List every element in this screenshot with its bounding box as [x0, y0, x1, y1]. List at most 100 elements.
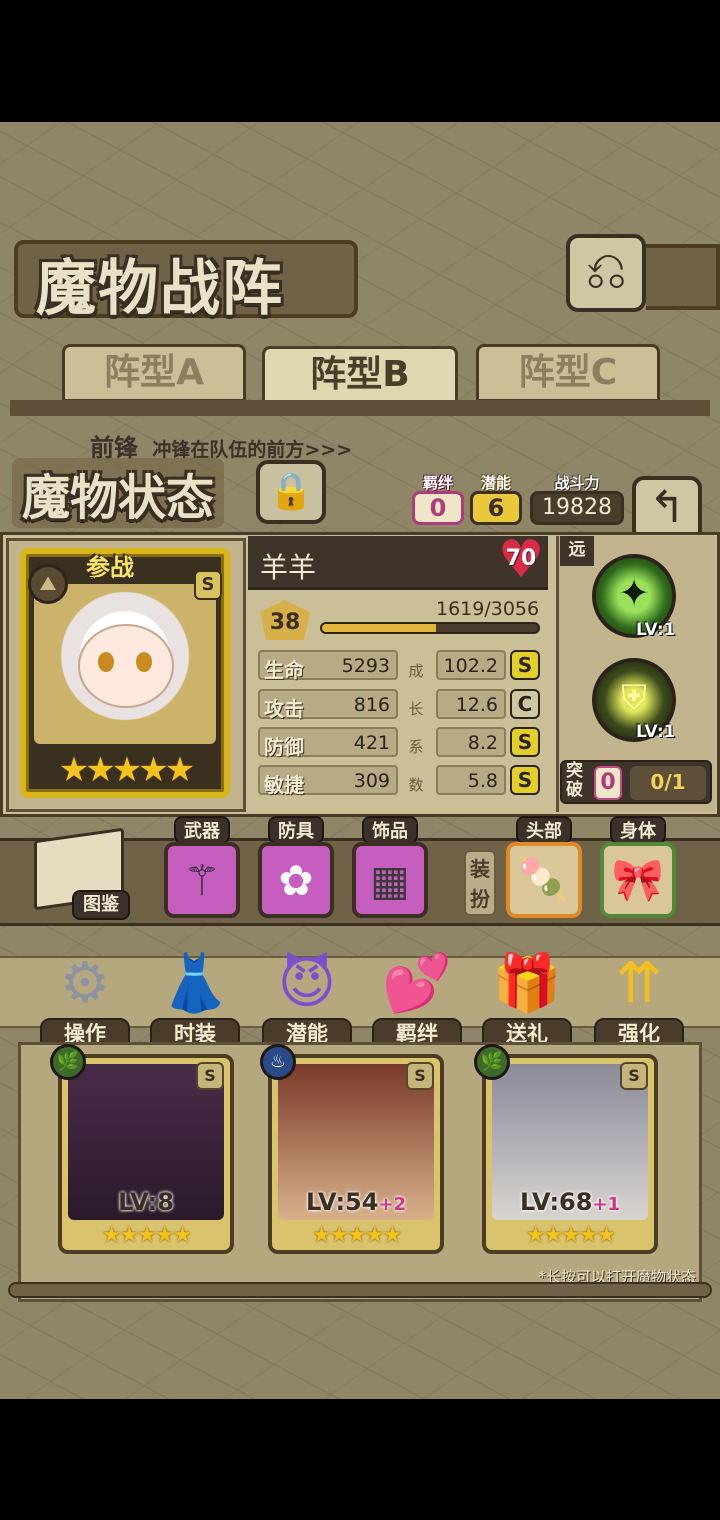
rarity-stars: ★★★★★: [58, 750, 195, 790]
rank-badge: S: [194, 570, 222, 600]
card-stars: ★★★★★: [525, 1223, 617, 1248]
breakthrough-label: 突破: [566, 761, 583, 800]
stat-value: 5293: [341, 655, 390, 677]
roster-card[interactable]: S LV:54+2 ★★★★★: [268, 1054, 444, 1254]
growth-row: 12.6: [436, 689, 506, 719]
accessory-slot-label: 饰品: [362, 816, 418, 844]
monster-portrait-card[interactable]: 参战 STAND BY ⛰ S ★★★★★: [20, 548, 230, 798]
upgrade-arrows-icon: ⇈: [615, 951, 663, 1016]
growth-value: 5.8: [467, 770, 498, 792]
exp-bar: [320, 622, 540, 634]
demon-icon: 😈: [277, 951, 337, 1016]
weapon-slot[interactable]: ⚚: [164, 842, 240, 918]
stat-row: 敏捷 309: [258, 765, 398, 797]
bond-label: 羁绊: [422, 474, 453, 492]
card-element-icon: 🌿: [50, 1044, 86, 1080]
growth-value: 8.2: [467, 732, 498, 754]
roster-card[interactable]: S LV:8 ★★★★★: [58, 1054, 234, 1254]
card-level-plus: +2: [378, 1194, 407, 1215]
dress-up-label: 装扮: [464, 850, 496, 916]
growth-grade: C: [510, 689, 540, 719]
growth-grade: S: [510, 727, 540, 757]
card-level: LV:8: [62, 1188, 230, 1216]
power-label: 战斗力: [554, 474, 600, 492]
tab-formation-a[interactable]: 阵型A: [62, 344, 246, 402]
range-tag: 远: [560, 536, 594, 566]
skill-1-level: LV:1: [636, 620, 676, 640]
growth-value: 102.2: [443, 655, 498, 677]
card-level-text: LV:54: [305, 1188, 379, 1216]
breakthrough-value: 0: [594, 766, 622, 800]
page-title: 魔物战阵: [36, 254, 284, 324]
power-value: 19828: [530, 491, 624, 525]
status-title: 魔物状态: [12, 458, 225, 528]
book-label: 图鉴: [72, 890, 130, 920]
stat-value: 421: [353, 732, 390, 754]
accessory-slot[interactable]: ▦: [352, 842, 428, 918]
header-bar-right: [646, 244, 720, 310]
card-stars: ★★★★★: [311, 1223, 403, 1248]
exp-bar-fill: [322, 624, 437, 632]
tab-formation-b[interactable]: 阵型B: [262, 346, 458, 408]
menu-button-3[interactable]: 💕 羁绊: [372, 946, 462, 1050]
growth-char-4: 数: [408, 776, 424, 794]
bottom-rail: [8, 1282, 712, 1298]
standby-sub: STAND BY: [88, 576, 144, 587]
card-element-icon: 🌿: [474, 1044, 510, 1080]
gift-icon: 🎁: [492, 951, 562, 1016]
body-slot[interactable]: 🎀: [600, 842, 676, 918]
heart-badge: ♥ 70: [494, 532, 548, 588]
growth-char-3: 系: [408, 738, 424, 756]
heart-value: 70: [505, 546, 537, 571]
game-view: 魔物战阵 ⎌ 阵型A 阵型B 阵型C 前锋 冲锋在队伍的前方>>> 魔物状态 🔒…: [0, 122, 720, 1399]
body-slot-label: 身体: [610, 816, 666, 844]
skill-2-level: LV:1: [636, 722, 676, 742]
card-rank-badge: S: [620, 1062, 648, 1090]
card-stars: ★★★★★: [101, 1223, 193, 1248]
power-summary: 战斗力 19828: [530, 472, 624, 526]
monster-eye-left: [98, 652, 114, 672]
gear-icon: ⚙: [59, 951, 111, 1016]
hearts-icon: 💕: [382, 951, 452, 1016]
flower-icon: ✿: [278, 855, 314, 905]
lock-icon: 🔒: [268, 471, 314, 512]
skill-2-icon: ⛨: [621, 678, 647, 718]
growth-row: 102.2: [436, 650, 506, 680]
breakthrough-progress: 0/1: [630, 766, 706, 800]
potential-label: 潜能: [480, 474, 511, 492]
growth-row: 5.8: [436, 765, 506, 795]
potential-value: 6: [470, 491, 522, 525]
stat-value: 816: [353, 694, 390, 716]
roster-card[interactable]: S LV:68+1 ★★★★★: [482, 1054, 658, 1254]
lock-button[interactable]: 🔒: [256, 460, 326, 524]
skill-1-icon: ✦: [618, 571, 650, 615]
growth-char-1: 成: [408, 662, 424, 680]
monster-book-button[interactable]: 图鉴: [30, 827, 130, 924]
card-level: LV:54+2: [272, 1188, 440, 1216]
stat-label: 生命: [264, 658, 304, 682]
bond-value: 0: [412, 491, 464, 525]
menu-button-2[interactable]: 😈 潜能: [262, 946, 352, 1050]
back-button[interactable]: ⎌: [566, 234, 646, 312]
menu-button-4[interactable]: 🎁 送礼: [482, 946, 572, 1050]
card-level-text: LV:68: [519, 1188, 593, 1216]
stat-row: 生命 5293: [258, 650, 398, 682]
menu-button-1[interactable]: 👗 时装: [150, 946, 240, 1050]
card-rank-badge: S: [196, 1062, 224, 1090]
candy-icon: 🍡: [517, 855, 571, 904]
head-slot-label: 头部: [516, 816, 572, 844]
armor-slot[interactable]: ✿: [258, 842, 334, 918]
growth-row: 8.2: [436, 727, 506, 757]
potential-summary: 潜能 6: [470, 472, 522, 526]
menu-button-5[interactable]: ⇈ 强化: [594, 946, 684, 1050]
tab-formation-c[interactable]: 阵型C: [476, 344, 660, 402]
card-level-text: LV:8: [118, 1188, 174, 1216]
head-slot[interactable]: 🍡: [506, 842, 582, 918]
monster-name: 羊羊: [260, 551, 317, 584]
formation-panel: [10, 400, 710, 416]
armor-slot-label: 防具: [268, 816, 324, 844]
menu-button-0[interactable]: ⚙ 操作: [40, 946, 130, 1050]
exp-text: 1619/3056: [436, 598, 540, 620]
growth-vertical-label: 成 长 系 数: [406, 652, 426, 804]
stat-label: 防御: [264, 735, 304, 759]
